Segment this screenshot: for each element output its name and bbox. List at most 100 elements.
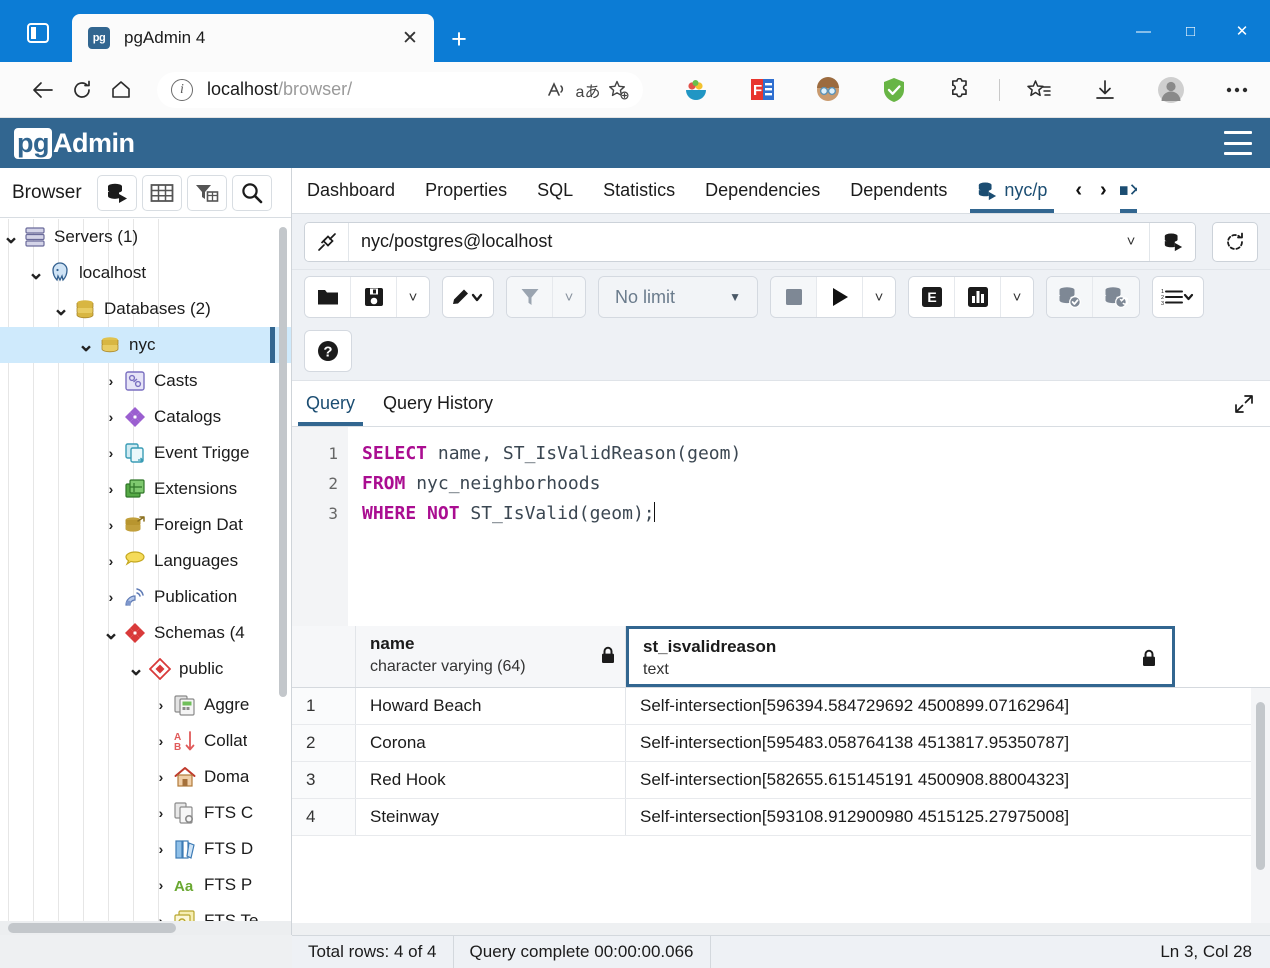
help-button[interactable]: ? [305, 331, 351, 371]
tree-item-public[interactable]: ⌄ public [0, 651, 291, 687]
expand-panel-icon[interactable] [1232, 392, 1256, 416]
tab-sql[interactable]: SQL [522, 168, 588, 213]
adblock-shield-icon[interactable] [877, 73, 911, 107]
table-row[interactable]: 4 Steinway Self-intersection[593108.912900… [292, 799, 1270, 836]
result-grid[interactable]: name character varying (64) st_isvalidre… [292, 626, 1270, 935]
tab-dashboard[interactable]: Dashboard [292, 168, 410, 213]
tree-item-casts[interactable]: › Casts [0, 363, 291, 399]
tree-item-languages[interactable]: › Languages [0, 543, 291, 579]
chevron-right-icon[interactable]: › [100, 373, 122, 389]
cell-name[interactable]: Steinway [356, 799, 626, 835]
tree-horizontal-scrollbar[interactable] [8, 923, 176, 933]
tree-item-nyc[interactable]: ⌄ nyc [0, 327, 291, 363]
row-limit-select[interactable]: No limit ▼ [599, 277, 757, 317]
refresh-icon[interactable] [67, 72, 96, 108]
back-icon[interactable] [28, 72, 57, 108]
editor-tab-query[interactable]: Query [292, 381, 369, 426]
cell-name[interactable]: Red Hook [356, 762, 626, 798]
tree-vertical-scrollbar[interactable] [279, 227, 287, 697]
grid-vertical-scrollbar[interactable] [1256, 702, 1265, 870]
cell-st-isvalidreason[interactable]: Self-intersection[582655.615145191 45009… [626, 762, 1270, 798]
tree-item-fts-c[interactable]: › FTS C [0, 795, 291, 831]
reset-connection-icon[interactable] [1212, 221, 1258, 262]
explain-button[interactable]: E [909, 277, 955, 317]
f-extension-icon[interactable]: F [745, 73, 779, 107]
column-header-st-isvalidreason[interactable]: st_isvalidreason text [626, 626, 1175, 687]
chevron-down-icon[interactable]: ⌄ [125, 659, 147, 679]
favorites-list-icon[interactable] [1022, 73, 1056, 107]
tree-item-event-trigge[interactable]: › Event Trigge [0, 435, 291, 471]
cell-st-isvalidreason[interactable]: Self-intersection[593108.912900980 45151… [626, 799, 1270, 835]
home-icon[interactable] [106, 72, 135, 108]
macros-button[interactable]: 123 [1153, 277, 1203, 317]
explain-options-caret[interactable]: ˅ [1001, 277, 1033, 317]
tab-next-button[interactable]: › [1091, 179, 1116, 202]
edit-button[interactable] [443, 277, 493, 317]
execute-options-caret[interactable]: ˅ [863, 277, 895, 317]
object-tree[interactable]: ⌄ Servers (1) ⌄ localhost ⌄ Databases (2) ⌄ nyc… [0, 219, 291, 921]
address-bar[interactable]: i localhost/browser/ aあ [157, 71, 643, 108]
chevron-down-icon[interactable]: ⌄ [75, 335, 97, 355]
downloads-icon[interactable] [1088, 73, 1122, 107]
favorite-add-icon[interactable] [603, 75, 633, 105]
save-file-button[interactable] [351, 277, 397, 317]
execute-button[interactable] [817, 277, 863, 317]
chevron-down-icon[interactable]: ⌄ [25, 263, 47, 283]
chevron-right-icon[interactable]: › [100, 553, 122, 569]
chevron-right-icon[interactable]: › [100, 445, 122, 461]
tab-prev-button[interactable]: ‹ [1066, 179, 1091, 202]
profile-icon[interactable] [1154, 73, 1188, 107]
table-row[interactable]: 3 Red Hook Self-intersection[582655.615145… [292, 762, 1270, 799]
query-tool-icon[interactable] [1149, 222, 1195, 261]
puzzle-extensions-icon[interactable] [943, 73, 977, 107]
sql-code-area[interactable]: SELECT name, ST_IsValidReason(geom) FROM … [348, 427, 1270, 655]
grid-body[interactable]: 1 Howard Beach Self-intersection[596394.58… [292, 688, 1270, 836]
editor-tab-query-history[interactable]: Query History [369, 381, 507, 426]
tab-dependencies[interactable]: Dependencies [690, 168, 835, 213]
chevron-right-icon[interactable]: › [100, 481, 122, 497]
chevron-right-icon[interactable]: › [150, 733, 172, 749]
close-icon[interactable]: ✕ [396, 24, 424, 52]
explain-analyze-button[interactable] [955, 277, 1001, 317]
grid-horizontal-scrollbar-track[interactable] [292, 923, 1270, 935]
chevron-right-icon[interactable]: › [100, 589, 122, 605]
tree-item-aggre[interactable]: › Aggre [0, 687, 291, 723]
chevron-right-icon[interactable]: › [100, 409, 122, 425]
chevron-right-icon[interactable]: › [150, 877, 172, 893]
tree-item-publication[interactable]: › Publication [0, 579, 291, 615]
chevron-right-icon[interactable]: › [150, 697, 172, 713]
tree-item-localhost[interactable]: ⌄ localhost [0, 255, 291, 291]
tab-properties[interactable]: Properties [410, 168, 522, 213]
bowl-extension-icon[interactable] [679, 73, 713, 107]
cell-name[interactable]: Howard Beach [356, 688, 626, 724]
tab-actions-icon[interactable] [22, 20, 54, 46]
chevron-right-icon[interactable]: › [150, 841, 172, 857]
tab-dependents[interactable]: Dependents [835, 168, 962, 213]
chevron-down-icon[interactable]: ⌄ [100, 623, 122, 643]
filter-options-caret[interactable]: ˅ [553, 277, 585, 317]
chevron-right-icon[interactable]: › [150, 913, 172, 921]
tree-item-fts-d[interactable]: › FTS D [0, 831, 291, 867]
chevron-down-icon[interactable]: ⌄ [50, 299, 72, 319]
tab-statistics[interactable]: Statistics [588, 168, 690, 213]
column-header-name[interactable]: name character varying (64) [356, 626, 626, 687]
rollback-button[interactable] [1093, 277, 1139, 317]
sql-editor[interactable]: 123 SELECT name, ST_IsValidReason(geom) F… [292, 427, 1270, 655]
save-options-caret[interactable]: ˅ [397, 277, 429, 317]
tree-item-foreign-dat[interactable]: › Foreign Dat [0, 507, 291, 543]
chevron-right-icon[interactable]: › [150, 769, 172, 785]
minimize-button[interactable]: — [1120, 0, 1167, 62]
tree-item-servers-1[interactable]: ⌄ Servers (1) [0, 219, 291, 255]
cell-st-isvalidreason[interactable]: Self-intersection[595483.058764138 45138… [626, 725, 1270, 761]
browser-tab-pgadmin[interactable]: pg pgAdmin 4 ✕ [72, 14, 434, 62]
chevron-down-icon[interactable]: ˅ [1113, 223, 1149, 261]
view-data-icon[interactable] [141, 174, 182, 211]
tree-item-doma[interactable]: › Doma [0, 759, 291, 795]
translate-icon[interactable]: aあ [573, 75, 603, 105]
cell-st-isvalidreason[interactable]: Self-intersection[596394.584729692 45008… [626, 688, 1270, 724]
tree-item-catalogs[interactable]: › Catalogs [0, 399, 291, 435]
tree-item-collat[interactable]: › A B Collat [0, 723, 291, 759]
settings-more-icon[interactable] [1220, 73, 1254, 107]
new-tab-button[interactable]: + [444, 24, 474, 54]
window-close-button[interactable]: ✕ [1214, 0, 1270, 62]
